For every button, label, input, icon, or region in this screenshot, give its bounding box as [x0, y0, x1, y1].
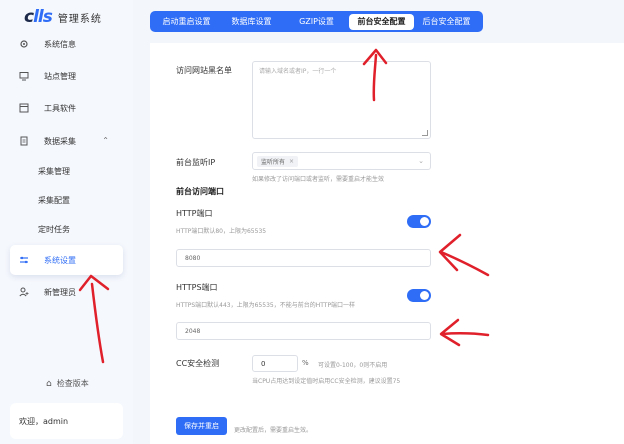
- sidebar-item-data-collect[interactable]: 数据采集 ⌃: [10, 126, 123, 156]
- sidebar-item-collect-manage[interactable]: 采集管理: [10, 156, 123, 186]
- sidebar-item-scheduled-tasks[interactable]: 定时任务: [10, 214, 123, 244]
- sidebar-item-system-info[interactable]: 系统信息: [10, 29, 123, 59]
- https-port-label: HTTPS端口: [176, 283, 218, 292]
- user-label: 欢迎，admin: [19, 416, 69, 426]
- whitelist-placeholder: 请输入域名或者IP，一行一个: [259, 68, 337, 75]
- sidebar-item-label: 系统设置: [44, 255, 76, 265]
- window-icon: [18, 102, 30, 114]
- whitelist-textarea[interactable]: 请输入域名或者IP，一行一个: [252, 61, 431, 139]
- sidebar-item-label: 站点管理: [44, 71, 76, 81]
- sidebar-item-label: 系统信息: [44, 39, 76, 49]
- gear-icon: [18, 38, 30, 50]
- http-toggle[interactable]: [407, 215, 431, 228]
- tab-startup[interactable]: 启动重启设置: [154, 14, 219, 30]
- http-port-help: HTTP端口默认80，上限为65535: [176, 228, 267, 235]
- chevron-down-icon: ⌄: [418, 157, 424, 165]
- sidebar-item-collect-config[interactable]: 采集配置: [10, 185, 123, 215]
- sidebar-item-label: 定时任务: [38, 224, 70, 234]
- cc-input[interactable]: 0: [252, 355, 298, 372]
- whitelist-label: 访问网站黑名单: [176, 66, 232, 75]
- sidebar-item-system-settings[interactable]: 系统设置: [10, 245, 123, 275]
- resize-handle-icon[interactable]: [422, 130, 428, 136]
- sidebar-item-label: 工具软件: [44, 103, 76, 113]
- tab-frontend-security[interactable]: 前台安全配置: [349, 13, 414, 30]
- settings-tabs: 启动重启设置 数据库设置 GZIP设置 前台安全配置 后台安全配置: [150, 11, 483, 32]
- user-add-icon: [18, 286, 30, 298]
- listen-ip-select[interactable]: 监听所有 × ⌄: [252, 152, 431, 170]
- sidebar-item-label: 采集配置: [38, 195, 70, 205]
- toggle-knob: [420, 217, 429, 226]
- save-restart-button[interactable]: 保存并重启: [176, 417, 227, 435]
- listen-ip-help: 如果修改了访问端口或者监听，需要重启才能生效: [252, 176, 385, 183]
- sidebar-item-label: 数据采集: [44, 136, 76, 146]
- check-update-link[interactable]: ⌂ 检查版本: [46, 378, 89, 389]
- sliders-icon: [18, 254, 30, 266]
- toggle-knob: [420, 291, 429, 300]
- cc-help-inline: 可设置0-100，0则不启用: [318, 362, 388, 369]
- tab-gzip[interactable]: GZIP设置: [284, 14, 349, 30]
- listen-ip-tag: 监听所有 ×: [257, 155, 299, 167]
- sidebar-item-tools[interactable]: 工具软件: [10, 93, 123, 123]
- cc-label: CC安全检测: [176, 359, 220, 368]
- cc-unit: %: [302, 359, 309, 367]
- check-update-label: 检查版本: [56, 379, 89, 388]
- listen-ip-label: 前台监听IP: [176, 158, 216, 167]
- sidebar-item-admins[interactable]: 新管理员: [10, 277, 123, 307]
- sidebar: clls 管理系统 系统信息 站点管理 工具软件 数据采集 ⌃ 采集管理 采集配…: [0, 0, 133, 444]
- document-icon: [18, 135, 30, 147]
- http-port-input[interactable]: 8080: [176, 249, 431, 267]
- monitor-icon: [18, 70, 30, 82]
- sidebar-item-label: 采集管理: [38, 166, 70, 176]
- sidebar-item-label: 新管理员: [44, 287, 76, 297]
- chevron-up-icon: ⌃: [102, 136, 109, 145]
- http-port-label: HTTP端口: [176, 209, 213, 218]
- save-help: 更改配置后，需要重启生效。: [234, 427, 313, 434]
- https-port-input[interactable]: 2048: [176, 322, 431, 340]
- tab-database[interactable]: 数据库设置: [219, 14, 284, 30]
- cc-help: 当CPU占用达到设定值时启用CC安全检测，建议设置75: [252, 378, 401, 385]
- close-icon[interactable]: ×: [289, 158, 294, 165]
- https-toggle[interactable]: [407, 289, 431, 302]
- https-port-help: HTTPS端口默认443，上限为65535，不能与前台的HTTP端口一样: [176, 302, 356, 309]
- port-section-title: 前台访问端口: [176, 187, 224, 196]
- sidebar-item-site-manage[interactable]: 站点管理: [10, 61, 123, 91]
- app-logo: clls 管理系统: [24, 7, 102, 27]
- tab-backend-security[interactable]: 后台安全配置: [414, 14, 479, 30]
- user-menu[interactable]: 欢迎，admin: [10, 403, 123, 439]
- home-icon: ⌂: [46, 378, 52, 389]
- app-title: 管理系统: [57, 13, 102, 25]
- logo-mark: clls: [24, 7, 53, 27]
